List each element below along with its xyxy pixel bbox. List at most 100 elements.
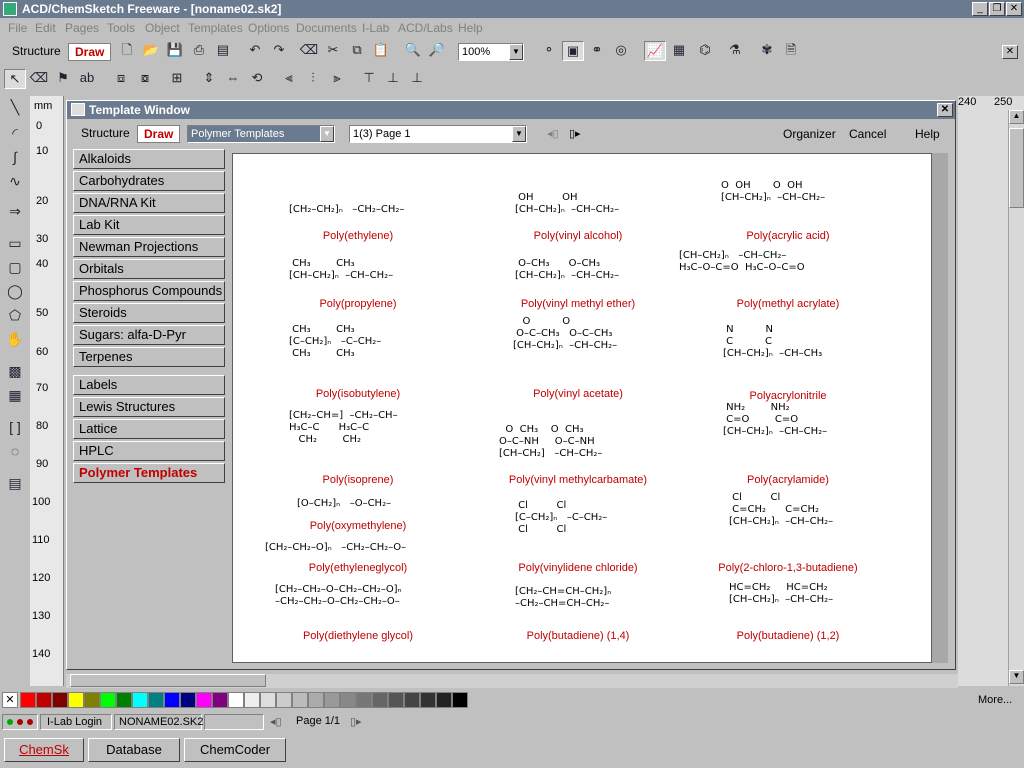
group-icon[interactable]: ⧈: [110, 69, 132, 89]
menu-acdlabs[interactable]: ACD/Labs: [398, 21, 453, 35]
color-swatch[interactable]: [452, 692, 468, 708]
document-vertical-scrollbar[interactable]: ▲ ▼: [1008, 110, 1024, 686]
structure-polyethylene[interactable]: [CH₂–CH₂]ₙ –CH₂–CH₂–: [289, 204, 404, 216]
scroll-thumb[interactable]: [1009, 128, 1024, 208]
redo-icon[interactable]: ↷: [268, 41, 290, 61]
save-icon[interactable]: 💾: [164, 41, 186, 61]
open-icon[interactable]: 📂: [140, 41, 162, 61]
category-steroids[interactable]: Steroids: [73, 303, 225, 323]
color-swatch[interactable]: [84, 692, 100, 708]
curve-tool-icon[interactable]: ∫: [4, 148, 26, 168]
category-select[interactable]: Polymer Templates ▼: [187, 125, 335, 143]
document-area[interactable]: 240 250 ▲ ▼: [958, 96, 1024, 686]
zoom-in-icon[interactable]: 🔍: [402, 41, 424, 61]
menu-documents[interactable]: Documents: [296, 21, 357, 35]
scroll-up-icon[interactable]: ▲: [1009, 110, 1024, 124]
layout-tool-icon[interactable]: ▤: [4, 474, 26, 494]
print-icon[interactable]: ⎙: [188, 41, 210, 61]
menu-templates[interactable]: Templates: [188, 21, 243, 35]
structure-polyacrylicacid[interactable]: O OH O OH [CH–CH₂]ₙ –CH–CH₂–: [721, 180, 825, 204]
chart-icon[interactable]: 📈: [644, 41, 666, 61]
color-swatch[interactable]: [292, 692, 308, 708]
align-top-icon[interactable]: ⊤: [358, 69, 380, 89]
color-swatch[interactable]: [196, 692, 212, 708]
align-right-icon[interactable]: ⫸: [326, 69, 348, 89]
bond-icon[interactable]: ⚭: [586, 41, 608, 61]
organizer-button[interactable]: Organizer: [783, 127, 836, 141]
close-button[interactable]: ✕: [1006, 2, 1022, 16]
color-swatch[interactable]: [372, 692, 388, 708]
menu-file[interactable]: File: [8, 21, 27, 35]
document-icon[interactable]: 🗎: [780, 41, 802, 61]
cut-icon[interactable]: ✂: [322, 41, 344, 61]
color-swatch[interactable]: [308, 692, 324, 708]
structure-polymethylacrylate[interactable]: [CH–CH₂]ₙ –CH–CH₂– H₃C–O–C=O H₃C–O–C=O: [679, 250, 805, 274]
structure-mode-button[interactable]: Structure: [6, 43, 67, 61]
cancel-button[interactable]: Cancel: [849, 127, 886, 141]
undo-icon[interactable]: ↶: [244, 41, 266, 61]
grid-icon[interactable]: ▣: [562, 41, 584, 61]
atom-icon[interactable]: ⚬: [538, 41, 560, 61]
align-center-icon[interactable]: ⫶: [302, 69, 324, 89]
color-swatch[interactable]: [324, 692, 340, 708]
category-phosphorus-compounds[interactable]: Phosphorus Compounds: [73, 281, 225, 301]
align-middle-icon[interactable]: ⊥: [382, 69, 404, 89]
zoom-select[interactable]: 100% ▼: [458, 43, 524, 61]
minimize-button[interactable]: _: [972, 2, 988, 16]
help-button[interactable]: Help: [915, 127, 940, 141]
rectangle-tool-icon[interactable]: ▭: [4, 234, 26, 254]
bracket-tool-icon[interactable]: [ ]: [4, 418, 26, 438]
structure-polyvinylmethylcarbamate[interactable]: O CH₃ O CH₃ O–C–NH O–C–NH [CH–CH₂] –CH–C…: [499, 424, 602, 460]
structure-polyacrylonitrile[interactable]: N N C C [CH–CH₂]ₙ –CH–CH₃: [723, 324, 822, 360]
grid-paper-icon[interactable]: ▩: [4, 362, 26, 382]
structure-polypropylene[interactable]: CH₃ CH₃ [CH–CH₂]ₙ –CH–CH₂–: [289, 258, 393, 282]
chemcoder-tab[interactable]: ChemCoder: [184, 738, 286, 762]
align-bottom-icon[interactable]: ⊥: [406, 69, 428, 89]
menu-tools[interactable]: Tools: [107, 21, 135, 35]
color-swatch[interactable]: [340, 692, 356, 708]
structure-polyethyleneglycol[interactable]: [CH₂–CH₂–O]ₙ –CH₂–CH₂–O–: [265, 542, 406, 554]
color-swatch[interactable]: [404, 692, 420, 708]
paste-icon[interactable]: 📋: [370, 41, 392, 61]
hand-tool-icon[interactable]: ✋: [4, 330, 26, 350]
ilab-login[interactable]: I-Lab Login: [40, 714, 112, 730]
structure-polychlorobutadiene[interactable]: Cl Cl C=CH₂ C=CH₂ [CH–CH₂]ₙ –CH–CH₂–: [729, 492, 833, 528]
color-swatch[interactable]: [100, 692, 116, 708]
category-polymer-templates[interactable]: Polymer Templates: [73, 463, 225, 483]
color-swatch[interactable]: [228, 692, 244, 708]
arc-tool-icon[interactable]: ◜: [4, 124, 26, 144]
color-swatch[interactable]: [388, 692, 404, 708]
color-swatch[interactable]: [52, 692, 68, 708]
select-arrow-icon[interactable]: ↖: [4, 69, 26, 89]
next-page-icon[interactable]: ▯▸: [350, 715, 362, 728]
wave-tool-icon[interactable]: ∿: [4, 172, 26, 192]
menu-ilab[interactable]: I-Lab: [362, 21, 389, 35]
structure-polybutadiene-12[interactable]: HC=CH₂ HC=CH₂ [CH–CH₂]ₙ –CH–CH₂–: [729, 582, 833, 606]
structure-polyvinylacetate[interactable]: O O O–C–CH₃ O–C–CH₃ [CH–CH₂]ₙ –CH–CH₂–: [513, 316, 617, 352]
category-orbitals[interactable]: Orbitals: [73, 259, 225, 279]
color-swatch[interactable]: [68, 692, 84, 708]
color-swatch[interactable]: [244, 692, 260, 708]
clean-icon[interactable]: ⚗: [724, 41, 746, 61]
prev-page-icon[interactable]: ◂▯: [270, 715, 282, 728]
category-lewis-structures[interactable]: Lewis Structures: [73, 397, 225, 417]
table-icon[interactable]: ▦: [668, 41, 690, 61]
template-scrollbar[interactable]: [932, 153, 948, 663]
3d-viewer-icon[interactable]: ⌬: [694, 41, 716, 61]
tw-structure-button[interactable]: Structure: [75, 125, 136, 143]
no-color-icon[interactable]: ✕: [2, 692, 18, 708]
restore-button[interactable]: ❐: [989, 2, 1005, 16]
menu-edit[interactable]: Edit: [35, 21, 56, 35]
category-lab-kit[interactable]: Lab Kit: [73, 215, 225, 235]
menu-options[interactable]: Options: [248, 21, 289, 35]
database-tab[interactable]: Database: [88, 738, 180, 762]
color-swatch[interactable]: [436, 692, 452, 708]
structure-polyvinylalcohol[interactable]: OH OH [CH–CH₂]ₙ –CH–CH₂–: [515, 192, 619, 216]
color-swatch[interactable]: [180, 692, 196, 708]
copy-icon[interactable]: ⧉: [346, 41, 368, 61]
category-carbohydrates[interactable]: Carbohydrates: [73, 171, 225, 191]
color-swatch[interactable]: [20, 692, 36, 708]
template-window-titlebar[interactable]: Template Window ✕: [67, 101, 955, 119]
structure-polydiethyleneglycol[interactable]: [CH₂–CH₂–O–CH₂–CH₂–O]ₙ –CH₂–CH₂–O–CH₂–CH…: [275, 584, 402, 608]
ellipse-tool-icon[interactable]: ◯: [4, 282, 26, 302]
